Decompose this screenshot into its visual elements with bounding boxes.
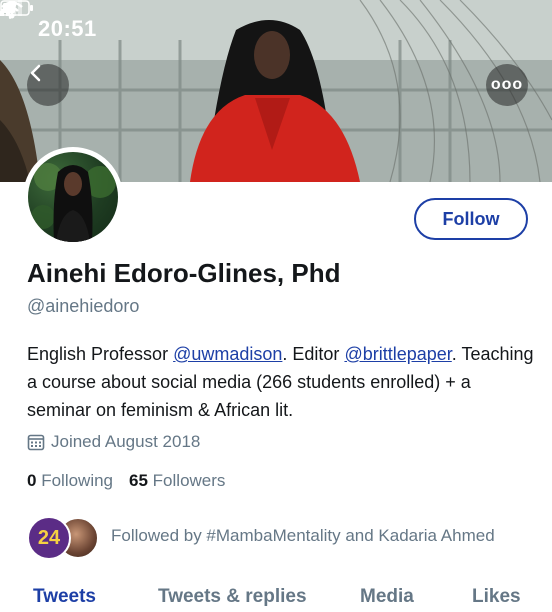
joined-date: Joined August 2018 [27, 432, 200, 452]
followed-by-text: Followed by #MambaMentality and Kadaria … [111, 526, 495, 545]
bio-text-2: . Editor [282, 344, 345, 364]
following-link[interactable]: 0 Following [27, 471, 113, 490]
joined-text: Joined August 2018 [51, 432, 201, 451]
status-bar: 20:51 [0, 0, 552, 54]
tab-likes[interactable]: Likes [472, 586, 521, 608]
follower-avatar-mambamentality: 24 [27, 516, 71, 560]
bio-text-1: English Professor [27, 344, 174, 364]
follower-badge-text: 24 [37, 526, 61, 549]
more-options-button[interactable]: ooo [486, 64, 528, 106]
profile-handle: @ainehiedoro [27, 296, 140, 316]
tab-tweets-and-replies[interactable]: Tweets & replies [158, 586, 307, 608]
avatar [28, 152, 118, 242]
followers-label: Followers [152, 471, 226, 490]
profile-tabs: Tweets Tweets & replies Media Likes [0, 586, 552, 612]
chevron-left-icon [30, 64, 41, 82]
calendar-icon [27, 434, 45, 451]
status-time: 20:51 [38, 16, 97, 41]
profile-name: Ainehi Edoro-Glines, Phd [27, 258, 341, 288]
back-button[interactable] [27, 64, 69, 106]
tab-tweets[interactable]: Tweets [33, 586, 96, 608]
following-count: 0 [27, 471, 37, 490]
followed-by-row[interactable]: 24 Followed by #MambaMentality and Kadar… [27, 516, 537, 560]
ellipsis-icon: ooo [490, 76, 524, 93]
mention-link-brittlepaper[interactable]: @brittlepaper [344, 344, 451, 364]
tab-media[interactable]: Media [360, 586, 414, 608]
mention-link-uwmadison[interactable]: @uwmadison [173, 344, 282, 364]
battery-icon [0, 0, 33, 16]
avatar-image [31, 163, 116, 242]
followers-link[interactable]: 65 Followers [129, 471, 225, 490]
following-label: Following [41, 471, 114, 490]
follow-counts: 0 Following 65 Followers [27, 471, 225, 491]
follow-button[interactable]: Follow [414, 198, 528, 240]
followers-count: 65 [129, 471, 148, 490]
profile-avatar[interactable] [23, 147, 123, 247]
profile-bio: English Professor @uwmadison. Editor @br… [27, 340, 537, 424]
